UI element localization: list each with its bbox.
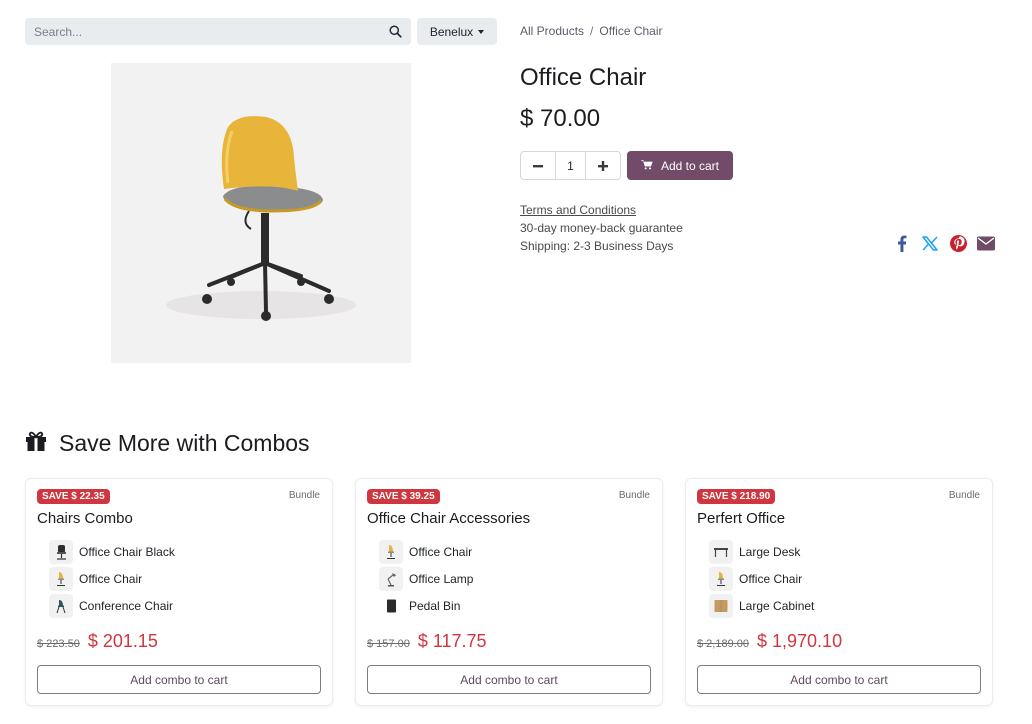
- add-combo-to-cart-button[interactable]: Add combo to cart: [367, 665, 651, 694]
- combo-items: Office Chair Office Lamp Pedal Bin: [379, 538, 473, 619]
- add-to-cart-label: Add to cart: [660, 158, 720, 173]
- add-combo-to-cart-button[interactable]: Add combo to cart: [697, 665, 981, 694]
- gift-icon: [25, 430, 47, 457]
- conference-chair-thumbnail: [49, 593, 73, 618]
- combo-card: SAVE $ 218.90 Bundle Perfert Office Larg…: [685, 478, 993, 706]
- minus-icon[interactable]: [521, 152, 555, 179]
- facebook-icon[interactable]: [893, 234, 911, 252]
- bundle-label: Bundle: [288, 490, 320, 501]
- office-chair-black-thumbnail: [49, 539, 73, 564]
- combo-items: Large Desk Office Chair Large Cabinet: [709, 538, 814, 619]
- quantity-input[interactable]: 1: [554, 152, 587, 179]
- product-info: Terms and Conditions 30-day money-back g…: [520, 201, 683, 255]
- guarantee-text: 30-day money-back guarantee: [520, 221, 683, 235]
- search-icon[interactable]: [379, 18, 411, 45]
- office-chair-thumbnail: [709, 566, 733, 591]
- breadcrumb: All Products / Office Chair: [520, 24, 663, 38]
- combo-price: $ 117.75: [417, 631, 487, 651]
- combo-item-label: Office Chair: [79, 571, 143, 586]
- combo-item: Conference Chair: [49, 592, 175, 619]
- combo-item-label: Office Chair Black: [79, 544, 175, 559]
- combo-item: Large Desk: [709, 538, 814, 565]
- bundle-label: Bundle: [618, 490, 650, 501]
- email-icon[interactable]: [977, 234, 995, 252]
- combo-name: Perfert Office: [697, 510, 786, 527]
- x-twitter-icon[interactable]: [921, 234, 939, 252]
- add-to-cart-button[interactable]: Add to cart: [627, 151, 733, 180]
- share-links: [893, 234, 995, 252]
- combo-item: Office Chair: [49, 565, 175, 592]
- combo-name: Office Chair Accessories: [367, 510, 531, 527]
- combo-card: SAVE $ 22.35 Bundle Chairs Combo Office …: [25, 478, 333, 706]
- combo-item-label: Pedal Bin: [409, 598, 461, 613]
- combo-prices: $ 2,189.00 $ 1,970.10: [697, 631, 842, 652]
- quantity-stepper: 1: [520, 151, 621, 180]
- combo-items: Office Chair Black Office Chair Conferen…: [49, 538, 175, 619]
- combos-heading-text: Save More with Combos: [59, 430, 310, 456]
- pinterest-icon[interactable]: [949, 234, 967, 252]
- combo-item-label: Large Cabinet: [739, 598, 815, 613]
- original-price: $ 223.50: [37, 638, 80, 650]
- shopping-cart-icon: [640, 159, 653, 173]
- combo-price: $ 201.15: [87, 631, 158, 651]
- product-image[interactable]: [111, 63, 411, 363]
- combo-item-label: Conference Chair: [79, 598, 174, 613]
- combo-item-label: Office Chair: [739, 571, 803, 586]
- bundle-label: Bundle: [948, 490, 980, 501]
- combo-item-label: Large Desk: [739, 544, 801, 559]
- product-price: $ 70.00: [520, 105, 601, 132]
- breadcrumb-all-products[interactable]: All Products: [520, 24, 584, 38]
- combo-item: Office Chair: [709, 565, 814, 592]
- office-chair-thumbnail: [49, 566, 73, 591]
- add-combo-to-cart-button[interactable]: Add combo to cart: [37, 665, 321, 694]
- pedal-bin-thumbnail: [379, 593, 403, 618]
- large-desk-thumbnail: [709, 539, 733, 564]
- breadcrumb-separator: /: [590, 24, 594, 38]
- pricelist-dropdown[interactable]: Benelux: [417, 18, 497, 45]
- combo-item: Large Cabinet: [709, 592, 814, 619]
- pricelist-label: Benelux: [429, 24, 474, 39]
- original-price: $ 157.00: [367, 638, 410, 650]
- combo-price: $ 1,970.10: [757, 631, 843, 651]
- combo-name: Chairs Combo: [37, 510, 133, 527]
- combo-item: Office Chair Black: [49, 538, 175, 565]
- large-cabinet-thumbnail: [709, 593, 733, 618]
- combo-card: SAVE $ 39.25 Bundle Office Chair Accesso…: [355, 478, 663, 706]
- terms-link[interactable]: Terms and Conditions: [520, 201, 683, 219]
- combo-item-label: Office Lamp: [409, 571, 474, 586]
- search-input[interactable]: [25, 18, 379, 45]
- caret-down-icon: [478, 30, 485, 34]
- search-bar: [25, 18, 411, 45]
- original-price: $ 2,189.00: [697, 638, 749, 650]
- combo-prices: $ 223.50 $ 201.15: [37, 631, 158, 652]
- product-title: Office Chair: [520, 64, 647, 91]
- combo-item: Office Lamp: [379, 565, 473, 592]
- combo-item: Pedal Bin: [379, 592, 473, 619]
- save-badge: SAVE $ 22.35: [37, 489, 110, 504]
- save-badge: SAVE $ 218.90: [697, 489, 776, 504]
- save-badge: SAVE $ 39.25: [367, 489, 440, 504]
- combo-item-label: Office Chair: [409, 544, 473, 559]
- combo-item: Office Chair: [379, 538, 473, 565]
- shipping-text: Shipping: 2-3 Business Days: [520, 239, 674, 253]
- office-lamp-thumbnail: [379, 566, 403, 591]
- breadcrumb-current: Office Chair: [599, 24, 663, 38]
- combos-heading: Save More with Combos: [25, 430, 310, 457]
- combo-prices: $ 157.00 $ 117.75: [367, 631, 487, 652]
- plus-icon[interactable]: [586, 152, 620, 179]
- office-chair-thumbnail: [379, 539, 403, 564]
